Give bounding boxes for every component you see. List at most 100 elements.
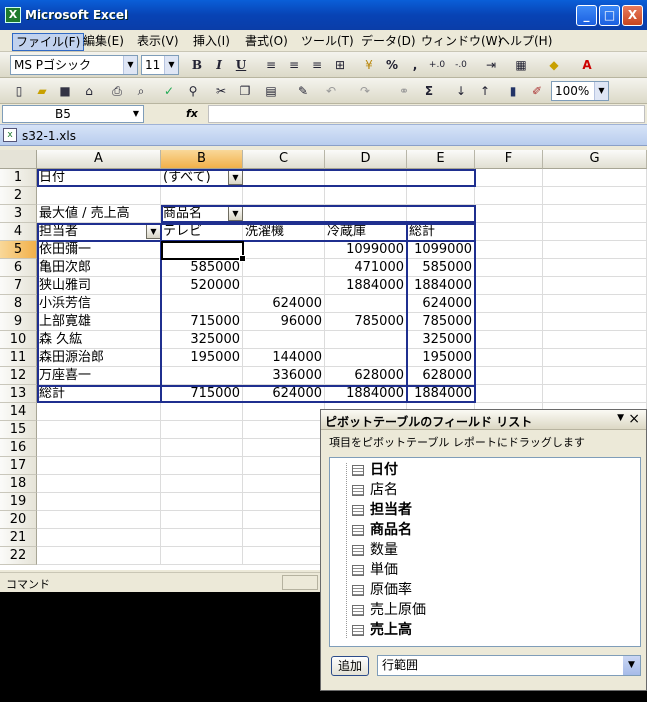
cell[interactable] [243, 475, 325, 493]
cell[interactable] [325, 331, 407, 349]
pivot-field-list-titlebar[interactable]: ピボットテーブルのフィールド リスト ▼ × [321, 410, 646, 430]
cell[interactable] [543, 367, 647, 385]
excel-app-icon[interactable]: X [5, 7, 21, 23]
workbook-titlebar[interactable]: x s32-1.xls [0, 124, 647, 146]
cell[interactable] [37, 547, 161, 565]
cell[interactable] [475, 367, 543, 385]
bold-button[interactable]: B [188, 56, 206, 74]
currency-icon[interactable]: ¥ [360, 56, 378, 74]
cell[interactable] [37, 457, 161, 475]
cell[interactable]: 1884000 [325, 277, 407, 295]
cell[interactable]: 471000 [325, 259, 407, 277]
cell[interactable] [243, 421, 325, 439]
cell[interactable]: 520000 [161, 277, 243, 295]
cell[interactable]: 総計 [37, 385, 161, 403]
cell[interactable] [325, 295, 407, 313]
cell[interactable] [543, 331, 647, 349]
cell[interactable] [161, 547, 243, 565]
cell[interactable] [475, 169, 543, 187]
chevron-down-icon[interactable]: ▼ [594, 82, 608, 100]
underline-button[interactable]: U [232, 56, 250, 74]
cell[interactable] [543, 187, 647, 205]
cell[interactable]: 総計 [407, 223, 475, 241]
chevron-down-icon[interactable]: ▼ [146, 224, 161, 239]
cell[interactable] [161, 457, 243, 475]
cell[interactable]: 小浜芳信 [37, 295, 161, 313]
cell[interactable] [543, 295, 647, 313]
cell[interactable]: 亀田次郎 [37, 259, 161, 277]
cell[interactable] [243, 403, 325, 421]
cell[interactable] [543, 241, 647, 259]
cell[interactable] [543, 349, 647, 367]
increase-decimal-icon[interactable]: +.0 [428, 56, 446, 74]
cell[interactable]: 狭山雅司 [37, 277, 161, 295]
percent-button[interactable]: % [383, 56, 401, 74]
cell[interactable]: 624000 [407, 295, 475, 313]
cell[interactable] [475, 187, 543, 205]
cut-icon[interactable]: ✂ [212, 82, 230, 100]
cell[interactable] [243, 547, 325, 565]
cell[interactable] [243, 169, 325, 187]
row-header[interactable]: 18 [0, 475, 37, 493]
cell[interactable]: 最大値 / 売上高 [37, 205, 161, 223]
cell[interactable]: 森 久紘 [37, 331, 161, 349]
cell[interactable]: 325000 [407, 331, 475, 349]
spelling-icon[interactable]: ✓ [160, 82, 178, 100]
cell[interactable]: 715000 [161, 313, 243, 331]
chevron-down-icon[interactable]: ▼ [623, 656, 640, 675]
print-icon[interactable]: ⎙ [108, 82, 126, 100]
print-preview-icon[interactable]: ⌕ [132, 82, 150, 100]
italic-button[interactable]: I [210, 56, 228, 74]
cell[interactable]: 624000 [243, 385, 325, 403]
row-header[interactable]: 16 [0, 439, 37, 457]
font-name-combo[interactable]: MS Pゴシック ▼ [10, 55, 138, 75]
cell[interactable]: 上部寛雄 [37, 313, 161, 331]
row-header[interactable]: 15 [0, 421, 37, 439]
chevron-down-icon[interactable]: ▼ [164, 56, 178, 74]
cell[interactable] [543, 385, 647, 403]
cell[interactable] [543, 205, 647, 223]
copy-icon[interactable]: ❐ [236, 82, 254, 100]
merge-center-icon[interactable]: ⊞ [331, 56, 349, 74]
workbook-icon[interactable]: x [3, 128, 17, 142]
hyperlink-icon[interactable]: ⚭ [395, 82, 413, 100]
cell[interactable]: 1884000 [407, 385, 475, 403]
cell[interactable]: 624000 [243, 295, 325, 313]
cell[interactable] [161, 439, 243, 457]
drawing-icon[interactable]: ✐ [528, 82, 546, 100]
cell[interactable]: 1099000 [325, 241, 407, 259]
row-header[interactable]: 5 [0, 241, 37, 259]
sort-ascending-icon[interactable]: ↓ [452, 82, 470, 100]
menu-data[interactable]: データ(D) [358, 33, 419, 49]
cell[interactable]: 585000 [161, 259, 243, 277]
autosum-button[interactable]: Σ [420, 82, 438, 100]
cell[interactable] [161, 403, 243, 421]
column-header[interactable]: C [243, 150, 325, 169]
cell[interactable]: 万座喜一 [37, 367, 161, 385]
cell[interactable] [243, 259, 325, 277]
align-center-icon[interactable]: ≡ [285, 56, 303, 74]
row-header[interactable]: 3 [0, 205, 37, 223]
row-header[interactable]: 13 [0, 385, 37, 403]
add-to-button[interactable]: 追加 [331, 656, 369, 676]
open-folder-icon[interactable]: ▰ [33, 82, 51, 100]
menu-help[interactable]: ヘルプ(H) [495, 33, 555, 49]
cell[interactable] [161, 529, 243, 547]
title-bar[interactable]: X Microsoft Excel _ □ X [0, 0, 647, 30]
cell[interactable]: 洗濯機 [243, 223, 325, 241]
cell[interactable] [475, 259, 543, 277]
cell[interactable] [543, 169, 647, 187]
menu-format[interactable]: 書式(O) [242, 33, 291, 49]
cell[interactable]: 785000 [407, 313, 475, 331]
cell[interactable] [37, 403, 161, 421]
cell[interactable] [37, 493, 161, 511]
cell[interactable]: 96000 [243, 313, 325, 331]
cell[interactable] [475, 223, 543, 241]
paste-icon[interactable]: ▤ [262, 82, 280, 100]
cell[interactable] [161, 187, 243, 205]
chart-wizard-icon[interactable]: ▮ [504, 82, 522, 100]
cell[interactable]: 1884000 [325, 385, 407, 403]
cell[interactable] [475, 385, 543, 403]
cell[interactable] [475, 295, 543, 313]
chevron-down-icon[interactable]: ▼ [617, 413, 624, 423]
